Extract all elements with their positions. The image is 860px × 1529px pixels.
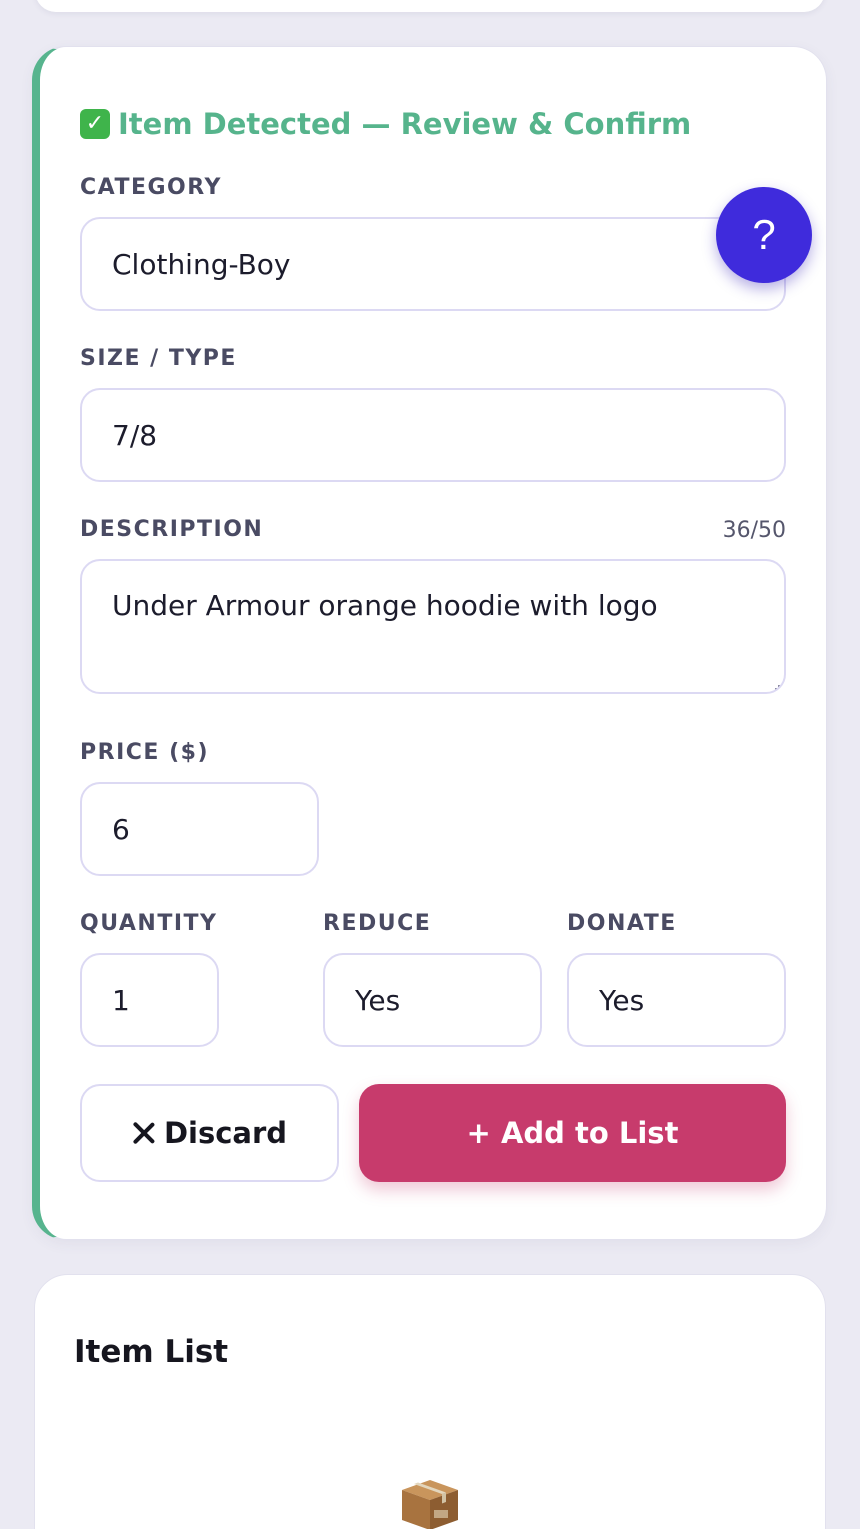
price-input[interactable]: 6 [80, 782, 319, 876]
resize-handle-icon[interactable] [775, 685, 780, 690]
donate-select[interactable]: Yes [567, 953, 786, 1047]
category-input[interactable]: Clothing-Boy [80, 217, 786, 311]
description-label: DESCRIPTION [80, 517, 264, 542]
review-title: ✓ Item Detected — Review & Confirm [80, 104, 691, 144]
donate-value: Yes [599, 983, 645, 1017]
description-textarea[interactable]: Under Armour orange hoodie with logo [80, 559, 786, 694]
description-value: Under Armour orange hoodie with logo [112, 589, 658, 622]
size-type-input[interactable]: 7/8 [80, 388, 786, 482]
check-mark-button-icon: ✓ [80, 109, 110, 139]
quantity-input[interactable]: 1 [80, 953, 219, 1047]
size-type-value: 7/8 [112, 418, 158, 452]
price-value: 6 [112, 812, 130, 846]
reduce-select[interactable]: Yes [323, 953, 542, 1047]
help-label: ? [752, 211, 776, 258]
quantity-value: 1 [112, 983, 130, 1017]
discard-button[interactable]: Discard [80, 1084, 339, 1182]
help-button[interactable]: ? [716, 187, 812, 283]
donate-label: DONATE [567, 911, 677, 936]
item-list-title: Item List [74, 1334, 229, 1370]
price-label: PRICE ($) [80, 740, 209, 765]
reduce-value: Yes [355, 983, 401, 1017]
review-title-text: Item Detected — Review & Confirm [118, 107, 692, 141]
category-label: CATEGORY [80, 175, 222, 200]
category-value: Clothing-Boy [112, 247, 291, 281]
page: ✓ Item Detected — Review & Confirm CATEG… [0, 0, 860, 1529]
previous-card [35, 0, 825, 12]
discard-label: Discard [163, 1116, 288, 1150]
size-type-label: SIZE / TYPE [80, 346, 237, 371]
reduce-label: REDUCE [323, 911, 432, 936]
description-char-count: 36/50 [722, 518, 786, 543]
close-icon [132, 1121, 156, 1145]
package-box-icon [402, 1480, 458, 1529]
add-to-list-label: + Add to List [466, 1116, 679, 1150]
add-to-list-button[interactable]: + Add to List [359, 1084, 786, 1182]
quantity-label: QUANTITY [80, 911, 218, 936]
